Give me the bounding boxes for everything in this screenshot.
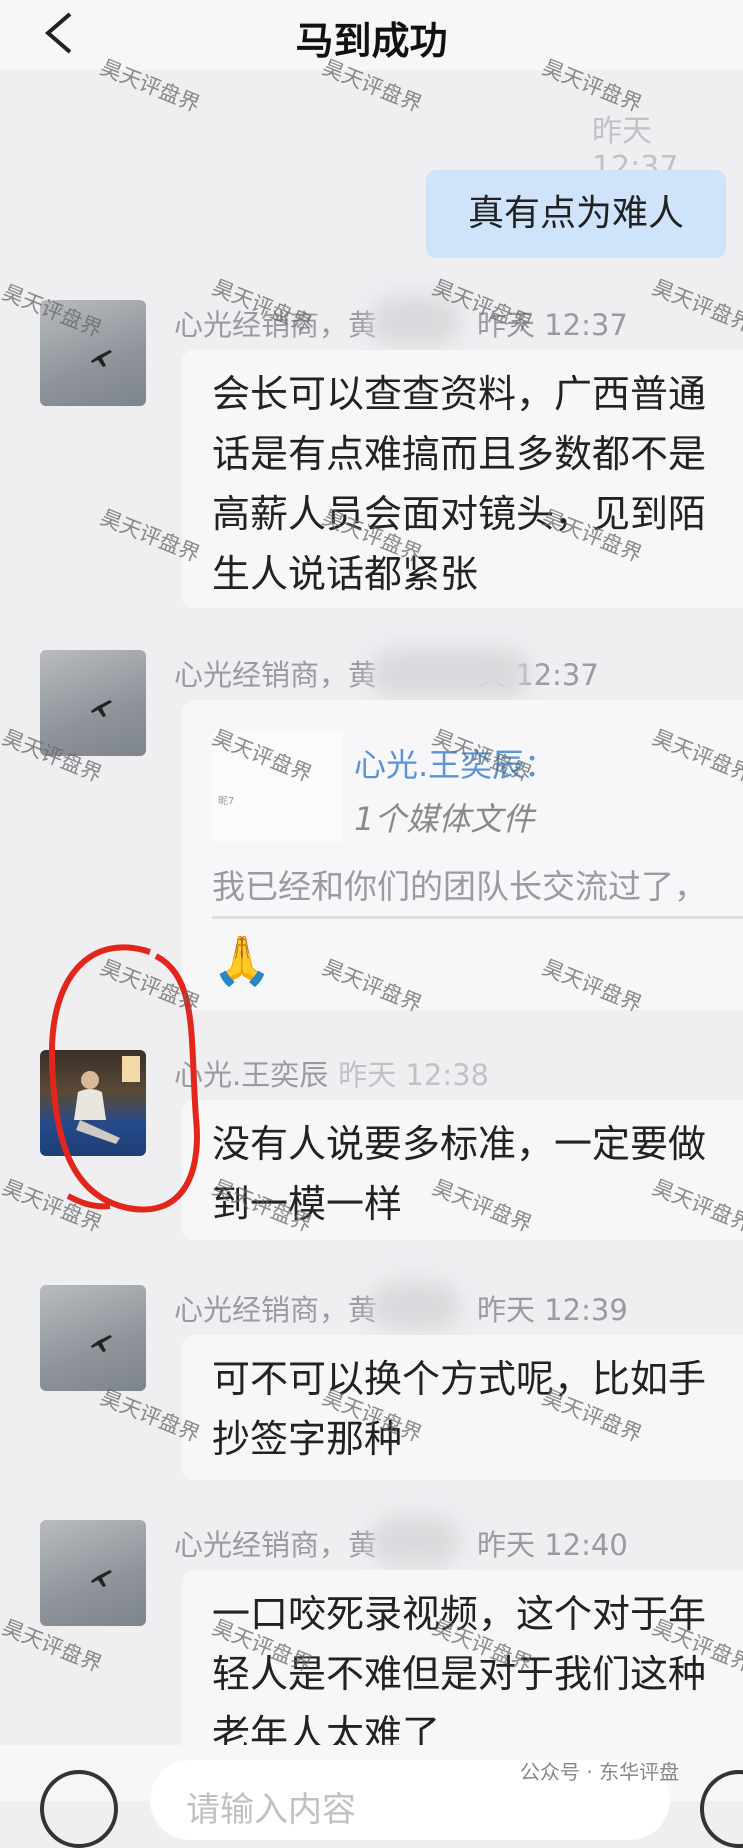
pray-emoji: 🙏 [212, 933, 272, 989]
plane-icon [91, 1335, 112, 1352]
watermark: 昊天评盘界 [648, 275, 743, 337]
quote-divider [212, 916, 743, 919]
quote-media-label: 1个媒体文件 [354, 800, 535, 838]
blurred-name [370, 1516, 460, 1566]
message-bubble[interactable]: 会长可以查查资料，广西普通 话是有点难搞而且多数都不是 高薪人员会面对镜头，见到… [182, 350, 743, 608]
plane-icon [91, 1570, 112, 1587]
message-text: 真有点为难人 [467, 193, 684, 234]
message-text: 会长可以查查资料，广西普通 话是有点难搞而且多数都不是 高薪人员会面对镜头，见到… [212, 372, 707, 596]
blurred-name [370, 648, 530, 698]
thumbnail-label: 昵7 [218, 796, 235, 807]
sender-name: 心光经销商，黄 [174, 1528, 378, 1562]
message-text: 可不可以换个方式呢，比如手 抄签字那种 [212, 1357, 707, 1461]
message-time: 昨天 12:39 [477, 1293, 628, 1327]
message-text: 一口咬死录视频，这个对于年 轻人是不难但是对于我们这种 老年人太难了 [212, 1592, 707, 1756]
sender-name: 心光经销商，黄 [174, 658, 378, 692]
blurred-name [370, 1281, 460, 1331]
quote-text: 我已经和你们的团队长交流过了， [212, 867, 707, 906]
message-time: 昨天 12:40 [477, 1528, 628, 1562]
message-time: 昨天 12:38 [338, 1058, 490, 1092]
sender-line: 心光.王奕辰 昨天 12:38 [174, 1052, 489, 1094]
sender-name: 心光经销商，黄 [174, 1293, 378, 1327]
public-account-tag: 公众号 · 东华评盘 [520, 1760, 680, 1784]
message-bubble[interactable]: 一口咬死录视频，这个对于年 轻人是不难但是对于我们这种 老年人太难了 [182, 1570, 743, 1770]
voice-button[interactable] [40, 1770, 118, 1848]
avatar[interactable] [40, 1285, 146, 1391]
message-bubble[interactable]: 可不可以换个方式呢，比如手 抄签字那种 [182, 1335, 743, 1480]
input-placeholder: 请输入内容 [186, 1790, 356, 1830]
avatar[interactable] [40, 1520, 146, 1626]
my-message-bubble[interactable]: 真有点为难人 [426, 170, 726, 258]
